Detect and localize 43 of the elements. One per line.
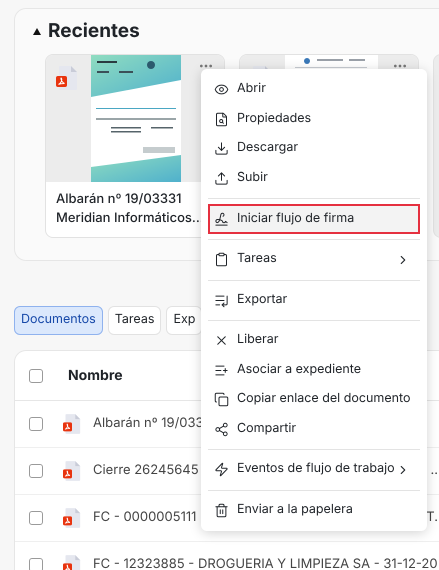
- list-plus-icon: [214, 362, 229, 378]
- menu-item[interactable]: Iniciar flujo de firma: [208, 204, 420, 234]
- table-cell-text: ..: [430, 461, 438, 480]
- download-icon: [214, 141, 229, 156]
- menu-item[interactable]: Eventos de flujo de trabajo: [208, 455, 420, 484]
- pdf-file-icon: [63, 507, 81, 529]
- table-cell-text: T.: [426, 508, 438, 528]
- row-checkbox[interactable]: [29, 464, 43, 478]
- menu-item[interactable]: Copiar enlace del documento: [208, 385, 420, 414]
- upload-icon: [214, 170, 229, 186]
- select-all-checkbox[interactable]: [29, 368, 43, 382]
- lightning-icon: [214, 462, 229, 478]
- tab[interactable]: Tareas: [108, 306, 162, 335]
- menu-item[interactable]: Enviar a la papelera: [208, 496, 420, 525]
- row-checkbox[interactable]: [29, 511, 43, 525]
- card-title: Albarán nº 19/03331: [56, 190, 183, 209]
- pdf-file-icon: [56, 65, 78, 91]
- pdf-file-icon: [63, 460, 81, 482]
- table-cell-text: Cierre 26245645: [93, 461, 199, 480]
- pdf-file-icon: [63, 413, 81, 435]
- copy-icon: [214, 392, 229, 408]
- card-subtitle: Meridian Informáticos...: [56, 209, 205, 228]
- table-cell-text: FC - 0000005111: [93, 508, 196, 528]
- eye-icon: [214, 82, 229, 98]
- signature-icon: [214, 212, 229, 226]
- menu-item[interactable]: Compartir: [208, 414, 420, 444]
- menu-item[interactable]: Exportar: [208, 286, 420, 315]
- collapse-toggle[interactable]: [33, 28, 41, 36]
- table-cell: FC - 12323885 - DROGUERIA Y LIMPIEZA SA - 31-12-20: [93, 555, 438, 570]
- file-search-icon: [214, 112, 229, 127]
- share-icon: [214, 422, 229, 437]
- tab[interactable]: Documentos: [14, 306, 103, 335]
- menu-item[interactable]: Tareas: [208, 245, 420, 274]
- trash-icon: [214, 502, 229, 518]
- row-checkbox[interactable]: [29, 417, 43, 431]
- row-checkbox[interactable]: [29, 558, 43, 570]
- tab[interactable]: Exp: [166, 306, 202, 335]
- column-header: Nombre: [68, 366, 123, 386]
- clipboard-icon: [214, 252, 229, 268]
- section-title: Recientes: [48, 18, 140, 44]
- list-icon: [214, 292, 229, 308]
- menu-item[interactable]: Asociar a expediente: [208, 356, 420, 385]
- menu-item[interactable]: Liberar: [208, 326, 420, 356]
